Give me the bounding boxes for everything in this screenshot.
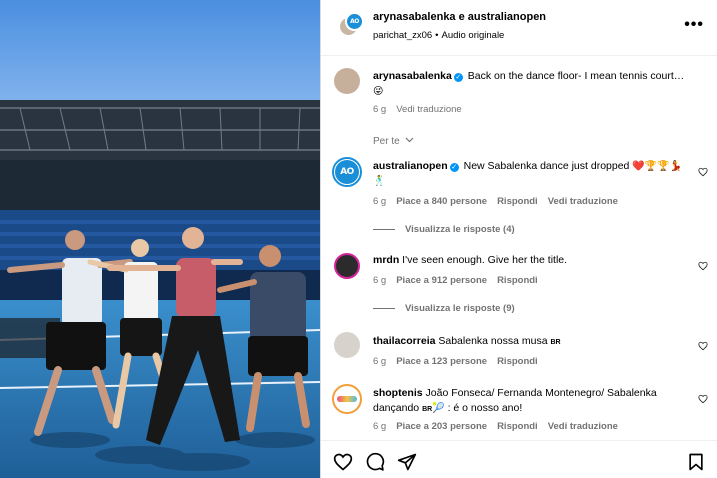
caption-body: Back on the dance floor- I mean tennis c… (467, 70, 685, 82)
shop-logo (337, 396, 357, 402)
avatar[interactable]: AO (332, 157, 362, 187)
view-replies-button[interactable]: Visualizza le risposte (4) (373, 224, 515, 235)
caption-meta: 6 g Vedi traduzione (373, 104, 472, 115)
flag-br: BR (422, 406, 433, 413)
comments-thread[interactable]: arynasabalenka ✓ Back on the dance floor-… (321, 56, 717, 440)
avatar[interactable] (332, 384, 362, 414)
comment-filter-dropdown[interactable]: Per te (373, 136, 414, 147)
comment-meta: 6 g Piace a 123 persone Rispondi (373, 356, 548, 367)
see-translation-link[interactable]: Vedi traduzione (396, 104, 462, 115)
original-poster-link[interactable]: parichat_zx06 (373, 30, 432, 41)
comment-icon[interactable] (365, 452, 385, 472)
comment-body: New Sabalenka dance just dropped (463, 160, 630, 172)
view-replies-label: Visualizza le risposte (4) (405, 224, 515, 235)
timestamp: 6 g (373, 356, 387, 367)
likes-count[interactable]: Piace a 203 persone (396, 421, 487, 432)
comment-meta: 6 g Piace a 840 persone Rispondi Vedi tradu… (373, 196, 628, 207)
reply-button[interactable]: Rispondi (497, 421, 538, 432)
comment-username[interactable]: thailacorreia (373, 335, 435, 347)
post-video[interactable] (0, 0, 320, 478)
comment-text: thailacorreia Sabalenka nossa musa BR (373, 334, 692, 350)
comment-text: mrdn I've seen enough. Give her the titl… (373, 253, 692, 268)
post-action-bar (321, 440, 717, 478)
post-subtitle: parichat_zx06 • Audio originale (373, 30, 504, 41)
likes-count[interactable]: Piace a 840 persone (396, 196, 487, 207)
like-comment-heart-icon[interactable] (698, 261, 708, 271)
avatar[interactable] (334, 68, 360, 94)
comment-body-end: : é o nosso ano! (447, 402, 523, 414)
like-comment-heart-icon[interactable] (698, 341, 708, 351)
avatar[interactable] (334, 253, 360, 279)
timestamp: 6 g (373, 104, 387, 115)
caption-text: arynasabalenka ✓ Back on the dance floor-… (373, 69, 692, 99)
comment-username[interactable]: australianopen (373, 160, 448, 172)
ao-logo-text: AO (335, 160, 359, 184)
audio-link[interactable]: Audio originale (441, 30, 504, 41)
share-icon[interactable] (397, 452, 417, 472)
ao-logo-text: AO (347, 14, 362, 29)
emoji: 🕺 (373, 176, 386, 187)
caption-username[interactable]: arynasabalenka (373, 70, 452, 82)
chevron-down-icon (406, 137, 414, 143)
replies-divider (373, 228, 395, 230)
emoji: ❤️🏆🏆💃 (632, 161, 683, 172)
post-authors[interactable]: arynasabalenka e australianopen (373, 11, 546, 23)
collab-avatar[interactable]: AO (345, 12, 364, 31)
filter-label: Per te (373, 136, 400, 147)
timestamp: 6 g (373, 421, 387, 432)
comment-username[interactable]: shoptenis (373, 387, 423, 399)
bookmark-icon[interactable] (686, 452, 706, 472)
see-translation-link[interactable]: Vedi traduzione (548, 421, 618, 432)
view-replies-label: Visualizza le risposte (9) (405, 303, 515, 314)
timestamp: 6 g (373, 275, 387, 286)
reply-button[interactable]: Rispondi (497, 275, 538, 286)
avatar[interactable] (334, 332, 360, 358)
comment-username[interactable]: mrdn (373, 254, 399, 266)
more-options-icon[interactable]: ••• (684, 17, 704, 33)
likes-count[interactable]: Piace a 912 persone (396, 275, 487, 286)
comment-text: australianopen ✓ New Sabalenka dance just… (373, 159, 692, 189)
verified-icon: ✓ (453, 73, 463, 82)
replies-divider (373, 307, 395, 309)
reply-button[interactable]: Rispondi (497, 356, 538, 367)
separator: • (435, 30, 439, 41)
flag-br: BR (550, 339, 561, 346)
comment-body: Sabalenka nossa musa (438, 335, 548, 347)
verified-icon: ✓ (449, 163, 459, 172)
comment-text: shoptenis João Fonseca/ Fernanda Montene… (373, 386, 692, 417)
comment-meta: 6 g Piace a 912 persone Rispondi (373, 275, 548, 286)
like-comment-heart-icon[interactable] (698, 167, 708, 177)
timestamp: 6 g (373, 196, 387, 207)
comment-body: I've seen enough. Give her the title. (402, 254, 568, 266)
likes-count[interactable]: Piace a 123 persone (396, 356, 487, 367)
reply-button[interactable]: Rispondi (497, 196, 538, 207)
tennis-court-video-frame (0, 0, 320, 478)
post-header: AO arynasabalenka e australianopen paric… (321, 0, 717, 56)
emoji: 😜 (373, 86, 384, 97)
see-translation-link[interactable]: Vedi traduzione (548, 196, 618, 207)
post-details-panel: AO arynasabalenka e australianopen paric… (320, 0, 717, 478)
comment-meta: 6 g Piace a 203 persone Rispondi Vedi tradu… (373, 421, 628, 432)
emoji: 🎾 (432, 403, 445, 414)
heart-icon[interactable] (333, 452, 353, 472)
view-replies-button[interactable]: Visualizza le risposte (9) (373, 303, 515, 314)
like-comment-heart-icon[interactable] (698, 394, 708, 404)
